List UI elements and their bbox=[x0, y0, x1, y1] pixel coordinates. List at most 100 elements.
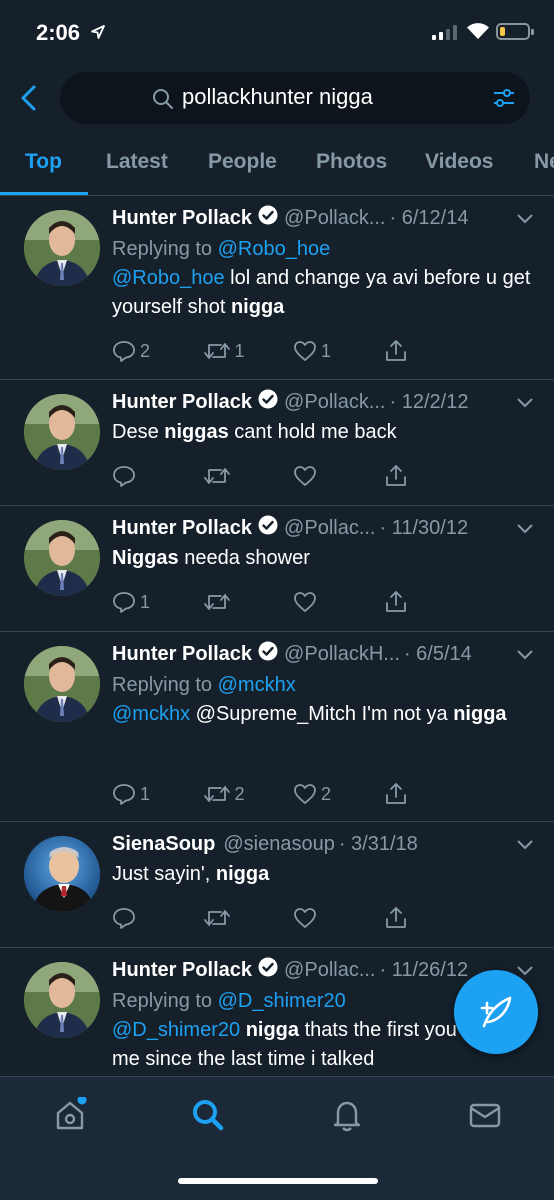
reply-button[interactable] bbox=[112, 906, 203, 930]
mention-link[interactable]: @Robo_hoe bbox=[112, 267, 225, 289]
tweet-date: · 12/2/12 bbox=[389, 390, 469, 413]
author-handle: @PollackH... bbox=[284, 642, 400, 665]
tweet-actions bbox=[112, 906, 474, 930]
author-name[interactable]: Hunter Pollack bbox=[112, 959, 252, 982]
author-name[interactable]: Hunter Pollack bbox=[112, 391, 252, 414]
avatar[interactable] bbox=[24, 836, 100, 912]
retweet-button[interactable]: 1 bbox=[203, 339, 294, 363]
tweet-text-highlight: Niggas bbox=[112, 547, 179, 569]
tweet-date: · 11/26/12 bbox=[379, 958, 469, 981]
tweet-text: Niggas needa shower bbox=[112, 544, 534, 573]
status-time: 2:06 bbox=[36, 20, 81, 45]
heart-icon bbox=[294, 908, 316, 928]
retweet-icon bbox=[203, 910, 230, 926]
tab-people[interactable]: People bbox=[208, 150, 277, 174]
tab-news[interactable]: Ne bbox=[534, 150, 554, 174]
reply-button[interactable]: 2 bbox=[112, 339, 203, 363]
search-header: pollackhunter nigga bbox=[0, 70, 554, 126]
reply-button[interactable]: 1 bbox=[112, 782, 203, 806]
chevron-down-icon[interactable] bbox=[516, 396, 534, 414]
like-button[interactable]: 2 bbox=[293, 782, 384, 806]
tweet-actions: 1 2 2 bbox=[112, 782, 474, 806]
search-input[interactable]: pollackhunter nigga bbox=[60, 72, 530, 124]
chevron-down-icon[interactable] bbox=[516, 522, 534, 540]
tweet-text: @mckhx @Supreme_Mitch I'm not ya nigga bbox=[112, 700, 534, 729]
like-button[interactable]: 1 bbox=[293, 339, 384, 363]
tweet[interactable]: Hunter Pollack @PollackH... · 6/5/14 Rep… bbox=[0, 632, 554, 822]
retweet-button[interactable] bbox=[203, 590, 294, 614]
share-icon bbox=[385, 907, 406, 928]
heart-icon bbox=[294, 592, 316, 612]
replying-to-mention[interactable]: @mckhx bbox=[218, 674, 296, 696]
avatar[interactable] bbox=[24, 646, 100, 722]
verified-badge-icon bbox=[258, 389, 278, 415]
share-button[interactable] bbox=[384, 464, 475, 488]
filter-sliders-icon[interactable] bbox=[492, 86, 516, 115]
tweet-text-part: @Supreme_Mitch I'm not ya bbox=[190, 703, 454, 725]
author-name[interactable]: SienaSoup bbox=[112, 833, 215, 856]
replying-to-mention[interactable]: @D_shimer20 bbox=[218, 990, 346, 1012]
retweet-icon bbox=[203, 786, 230, 802]
share-icon bbox=[385, 340, 406, 361]
mention-link[interactable]: @mckhx bbox=[112, 703, 190, 725]
location-arrow-icon bbox=[90, 24, 106, 45]
replying-to-label: Replying to bbox=[112, 238, 213, 260]
tab-videos[interactable]: Videos bbox=[425, 150, 493, 174]
search-query-text: pollackhunter nigga bbox=[182, 84, 373, 109]
retweet-button[interactable]: 2 bbox=[203, 782, 294, 806]
tweet[interactable]: Hunter Pollack @Pollack... · 12/2/12 Des… bbox=[0, 380, 554, 506]
home-icon[interactable] bbox=[52, 1095, 88, 1138]
verified-badge-icon bbox=[258, 957, 278, 983]
chevron-down-icon[interactable] bbox=[516, 212, 534, 230]
like-button[interactable] bbox=[293, 464, 384, 488]
notifications-bell-icon[interactable] bbox=[329, 1097, 365, 1138]
replying-to: Replying to @mckhx bbox=[112, 670, 534, 700]
tweet-actions: 2 1 1 bbox=[112, 339, 474, 363]
tweet-text-part: needa shower bbox=[178, 547, 310, 569]
search-icon[interactable] bbox=[190, 1097, 226, 1138]
tweet[interactable]: Hunter Pollack @Pollac... · 11/30/12 Nig… bbox=[0, 506, 554, 632]
avatar[interactable] bbox=[24, 394, 100, 470]
replying-to-mention[interactable]: @Robo_hoe bbox=[218, 238, 331, 260]
verified-badge-icon bbox=[258, 641, 278, 667]
messages-mail-icon[interactable] bbox=[467, 1097, 503, 1138]
reply-count: 1 bbox=[140, 783, 151, 804]
share-button[interactable] bbox=[384, 906, 475, 930]
reply-icon bbox=[113, 784, 135, 805]
author-name[interactable]: Hunter Pollack bbox=[112, 643, 252, 666]
tab-latest[interactable]: Latest bbox=[106, 150, 168, 174]
tweet-date: · 6/5/14 bbox=[403, 642, 472, 665]
share-icon bbox=[385, 465, 406, 486]
reply-count: 1 bbox=[140, 591, 151, 612]
chevron-down-icon[interactable] bbox=[516, 648, 534, 666]
verified-badge-icon bbox=[258, 205, 278, 231]
avatar[interactable] bbox=[24, 210, 100, 286]
share-button[interactable] bbox=[384, 782, 475, 806]
author-handle: @Pollac... bbox=[284, 516, 376, 539]
wifi-icon bbox=[466, 22, 490, 45]
like-button[interactable] bbox=[293, 590, 384, 614]
author-handle: @Pollack... bbox=[284, 390, 386, 413]
home-indicator bbox=[178, 1178, 378, 1184]
back-chevron-icon[interactable] bbox=[16, 82, 44, 114]
share-button[interactable] bbox=[384, 339, 475, 363]
tweet[interactable]: Hunter Pollack @Pollack... · 6/12/14 Rep… bbox=[0, 196, 554, 380]
like-button[interactable] bbox=[293, 906, 384, 930]
tweet-text-highlight: nigga bbox=[245, 1019, 300, 1041]
compose-tweet-button[interactable] bbox=[454, 970, 538, 1054]
mention-link[interactable]: @D_shimer20 bbox=[112, 1019, 240, 1041]
author-name[interactable]: Hunter Pollack bbox=[112, 207, 252, 230]
reply-button[interactable] bbox=[112, 464, 203, 488]
tab-photos[interactable]: Photos bbox=[316, 150, 387, 174]
avatar[interactable] bbox=[24, 962, 100, 1038]
chevron-down-icon[interactable] bbox=[516, 838, 534, 856]
tab-top[interactable]: Top bbox=[25, 150, 62, 174]
tweet[interactable]: SienaSoup @sienasoup · 3/31/18 Just sayi… bbox=[0, 822, 554, 948]
reply-button[interactable]: 1 bbox=[112, 590, 203, 614]
share-button[interactable] bbox=[384, 590, 475, 614]
verified-badge-icon bbox=[258, 515, 278, 541]
author-name[interactable]: Hunter Pollack bbox=[112, 517, 252, 540]
retweet-button[interactable] bbox=[203, 464, 294, 488]
avatar[interactable] bbox=[24, 520, 100, 596]
retweet-button[interactable] bbox=[203, 906, 294, 930]
